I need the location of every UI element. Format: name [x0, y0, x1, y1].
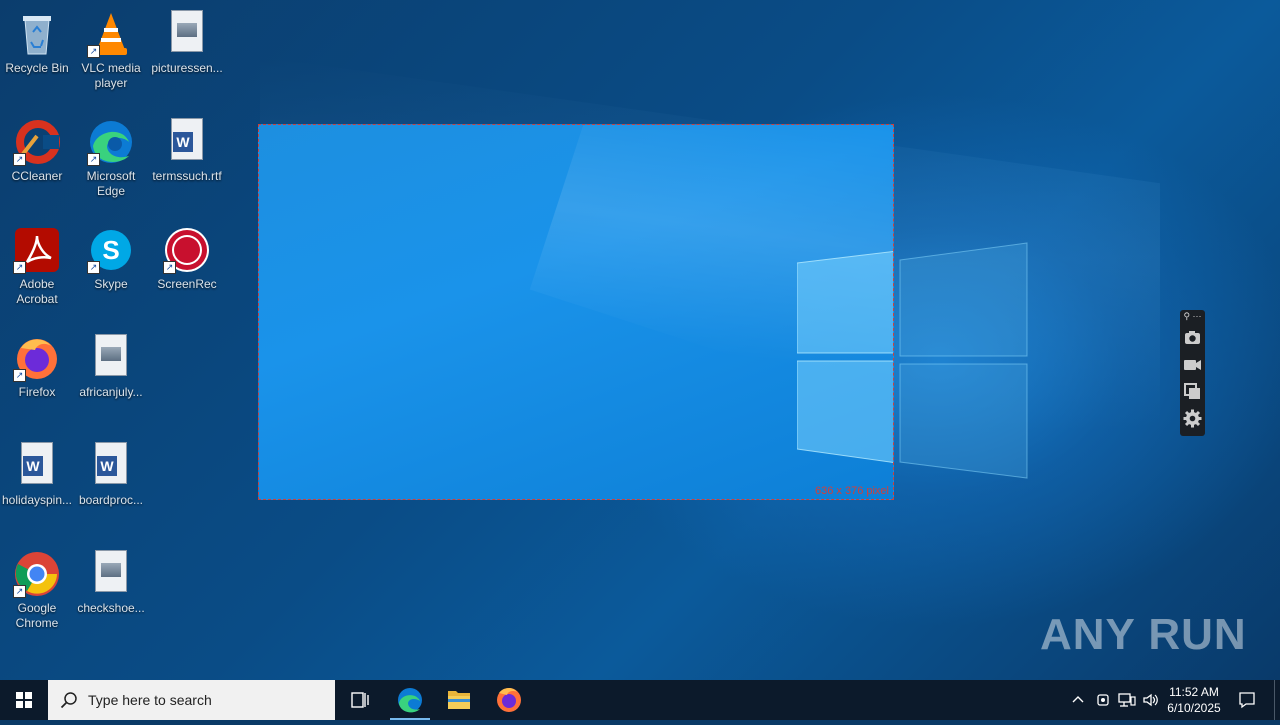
task-view-button[interactable]: [336, 680, 384, 720]
selection-size-readout: 636 x 376 pixel: [815, 485, 889, 497]
desktop-icon-label: termssuch.rtf: [152, 169, 222, 183]
windows-logo-highlight: [797, 250, 893, 463]
search-placeholder: Type here to search: [88, 692, 212, 708]
desktop-icon-google-chrome[interactable]: ↗ Google Chrome: [0, 546, 74, 631]
ccleaner-icon: ↗: [13, 118, 61, 166]
edge-icon: ↗: [87, 118, 135, 166]
desktop-icon-label: Adobe Acrobat: [16, 277, 58, 306]
watermark-text: ANY RUN: [1040, 610, 1247, 659]
shortcut-arrow-icon: ↗: [163, 261, 176, 274]
desktop[interactable]: Recycle Bin ↗ CCleaner ↗ Adobe Acrobat ↗…: [0, 0, 1280, 680]
word-doc-icon: W: [87, 442, 135, 490]
desktop-icon-checkshoe[interactable]: checkshoe...: [74, 546, 148, 616]
shortcut-arrow-icon: ↗: [87, 45, 100, 58]
search-icon: [60, 692, 77, 709]
desktop-icon-label: Recycle Bin: [5, 61, 69, 75]
taskbar-edge[interactable]: [386, 680, 434, 720]
file-explorer-icon: [448, 691, 470, 709]
show-desktop-button[interactable]: [1274, 680, 1275, 720]
capture-toolbar: ⚲ ···: [1180, 310, 1205, 436]
desktop-icon-termssuch[interactable]: W termssuch.rtf: [150, 114, 224, 184]
network-icon[interactable]: [1118, 692, 1136, 708]
shortcut-arrow-icon: ↗: [13, 261, 26, 274]
taskbar-firefox[interactable]: [485, 680, 533, 720]
desktop-icon-ccleaner[interactable]: ↗ CCleaner: [0, 114, 74, 184]
desktop-icon-recycle-bin[interactable]: Recycle Bin: [0, 6, 74, 76]
desktop-icon-vlc[interactable]: ↗ VLC media player: [74, 6, 148, 91]
image-file-icon: [163, 10, 211, 58]
taskbar-search-box[interactable]: Type here to search: [48, 680, 335, 720]
desktop-icon-screenrec[interactable]: ↗ ScreenRec: [150, 222, 224, 292]
chevron-up-icon[interactable]: [1071, 693, 1085, 707]
anyrun-watermark: ANY RUN: [1040, 610, 1247, 660]
shortcut-arrow-icon: ↗: [87, 261, 100, 274]
desktop-icon-label: africanjuly...: [79, 385, 143, 399]
desktop-icon-picturessen[interactable]: picturessen...: [150, 6, 224, 76]
copy-icon[interactable]: [1183, 382, 1202, 401]
svg-text:S: S: [102, 235, 119, 265]
screenrec-icon: ↗: [163, 226, 211, 274]
desktop-icon-label: Google Chrome: [15, 601, 59, 630]
desktop-icon-microsoft-edge[interactable]: ↗ Microsoft Edge: [74, 114, 148, 199]
shortcut-arrow-icon: ↗: [13, 369, 26, 382]
clock-date: 6/10/2025: [1167, 701, 1221, 715]
shortcut-arrow-icon: ↗: [13, 585, 26, 598]
word-doc-icon: W: [13, 442, 61, 490]
skype-icon: S ↗: [87, 226, 135, 274]
meet-now-icon[interactable]: [1095, 692, 1111, 708]
start-button[interactable]: [0, 680, 48, 720]
windows-start-icon: [16, 692, 32, 708]
task-view-icon: [351, 692, 369, 708]
video-icon[interactable]: [1183, 355, 1202, 374]
image-file-icon: [87, 334, 135, 382]
edge-icon: [398, 688, 422, 713]
desktop-icon-label: Skype: [94, 277, 128, 291]
desktop-icon-adobe-acrobat[interactable]: ↗ Adobe Acrobat: [0, 222, 74, 307]
pin-icon[interactable]: ⚲ ···: [1183, 311, 1202, 323]
desktop-icon-label: ScreenRec: [157, 277, 217, 291]
firefox-icon: [497, 687, 521, 712]
screenshot-selection-area[interactable]: 636 x 376 pixel: [258, 124, 894, 500]
desktop-icon-label: boardproc...: [78, 493, 144, 507]
desktop-icon-label: CCleaner: [11, 169, 63, 183]
desktop-icon-label: VLC media player: [81, 61, 141, 90]
clock-time: 11:52 AM: [1169, 685, 1219, 699]
desktop-icon-skype[interactable]: S ↗ Skype: [74, 222, 148, 292]
taskbar-clock[interactable]: 11:52 AM 6/10/2025: [1160, 684, 1228, 716]
firefox-icon: ↗: [13, 334, 61, 382]
volume-icon[interactable]: [1142, 692, 1160, 708]
notification-icon[interactable]: [1238, 691, 1256, 709]
vlc-icon: ↗: [87, 10, 135, 58]
desktop-icon-holidayspin[interactable]: W holidayspin...: [0, 438, 74, 508]
word-doc-icon: W: [163, 118, 211, 166]
desktop-icon-label: Firefox: [18, 385, 56, 399]
acrobat-icon: ↗: [13, 226, 61, 274]
shortcut-arrow-icon: ↗: [13, 153, 26, 166]
desktop-icon-label: checkshoe...: [77, 601, 145, 615]
desktop-icon-africanjuly[interactable]: africanjuly...: [74, 330, 148, 400]
recycle-bin-icon: [13, 10, 61, 58]
shortcut-arrow-icon: ↗: [87, 153, 100, 166]
taskbar: Type here to search 11:52 AM 6/10/2025: [0, 680, 1280, 720]
desktop-icon-label: picturessen...: [151, 61, 223, 75]
chrome-icon: ↗: [13, 550, 61, 598]
taskbar-file-explorer[interactable]: [435, 680, 483, 720]
desktop-icon-boardproc[interactable]: W boardproc...: [74, 438, 148, 508]
desktop-icon-firefox[interactable]: ↗ Firefox: [0, 330, 74, 400]
image-file-icon: [87, 550, 135, 598]
desktop-icon-label: holidayspin...: [1, 493, 73, 507]
gear-icon[interactable]: [1183, 409, 1202, 428]
desktop-icon-label: Microsoft Edge: [86, 169, 136, 198]
camera-icon[interactable]: [1183, 328, 1202, 347]
